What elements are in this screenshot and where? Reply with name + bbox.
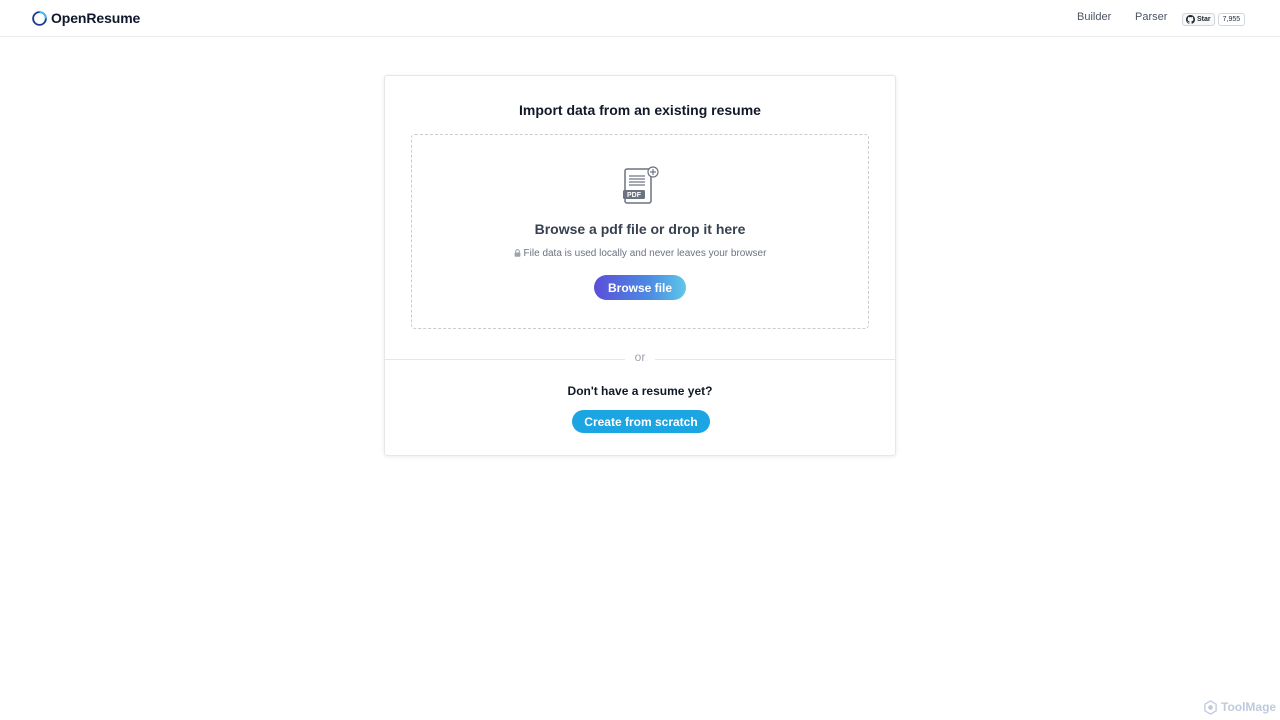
github-star-label: Star [1197, 16, 1211, 23]
github-star-count[interactable]: 7,955 [1217, 13, 1246, 26]
toolmage-watermark: ToolMage [1203, 699, 1276, 715]
github-star-widget: Star 7,955 [1182, 13, 1246, 26]
lock-icon [514, 249, 520, 257]
import-card: Import data from an existing resume PDF … [384, 75, 896, 456]
svg-text:PDF: PDF [627, 192, 642, 199]
privacy-note-text: File data is used locally and never leav… [523, 248, 767, 259]
logo-text: OpenResume [51, 10, 141, 26]
nav-parser-link[interactable]: Parser [1135, 11, 1167, 23]
privacy-note: File data is used locally and never leav… [412, 248, 868, 259]
create-from-scratch-button[interactable]: Create from scratch [572, 410, 710, 433]
github-star-button[interactable]: Star [1182, 13, 1215, 26]
dropzone-title: Browse a pdf file or drop it here [534, 221, 746, 237]
or-label: or [625, 350, 655, 364]
top-navbar: OpenResume Builder Parser Star 7,955 [0, 0, 1280, 37]
github-icon [1186, 15, 1195, 24]
openresume-logo-icon [32, 10, 47, 26]
toolmage-logo-icon [1204, 699, 1217, 715]
no-resume-text: Don't have a resume yet? [567, 384, 713, 398]
card-title: Import data from an existing resume [519, 102, 761, 118]
logo-link[interactable]: OpenResume [31, 9, 140, 27]
watermark-text: ToolMage [1221, 700, 1277, 714]
pdf-dropzone[interactable]: PDF Browse a pdf file or drop it here Fi… [411, 134, 869, 329]
nav-builder-link[interactable]: Builder [1077, 11, 1111, 23]
browse-file-button[interactable]: Browse file [594, 275, 686, 300]
pdf-file-add-icon: PDF [623, 166, 659, 204]
